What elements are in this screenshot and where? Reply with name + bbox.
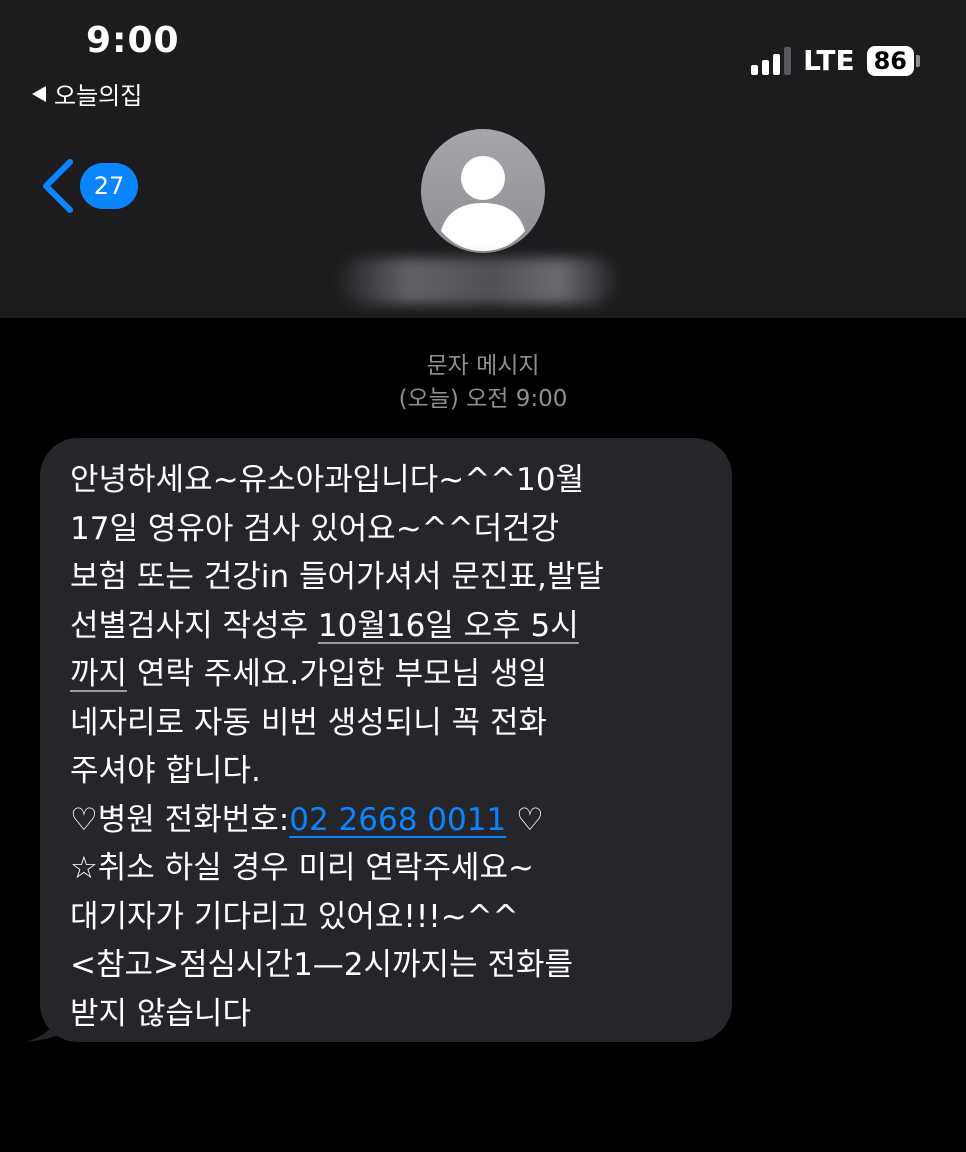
chevron-left-icon bbox=[43, 159, 73, 213]
message-segment: ♡ bbox=[506, 801, 544, 838]
message-segment: 연락 주세요.가입한 부모님 생일 bbox=[127, 656, 548, 692]
service-label: 문자 메시지 bbox=[426, 353, 540, 379]
battery-level: 86 bbox=[866, 45, 914, 76]
message-text: 안녕하세요~유소아과입니다~^^10월 17일 영유아 검사 있어요~^^더건강… bbox=[70, 456, 712, 1038]
message-timestamp: (오늘) 오전 9:00 bbox=[398, 386, 568, 412]
message-line: 선별검사지 작성후 10월16일 오후 5시 bbox=[70, 602, 712, 651]
incoming-message-bubble[interactable]: 안녕하세요~유소아과입니다~^^10월 17일 영유아 검사 있어요~^^더건강… bbox=[40, 438, 732, 1042]
network-type: LTE bbox=[803, 44, 855, 77]
status-time: 9:00 bbox=[86, 20, 180, 61]
back-to-app-link[interactable]: 오늘의집 bbox=[32, 76, 142, 111]
message-line: 대기자가 기다리고 있어요!!!~^^ bbox=[70, 898, 519, 935]
date-link[interactable]: 10월16일 오후 5시 bbox=[318, 608, 579, 644]
message-line: 까지 연락 주세요.가입한 부모님 생일 bbox=[70, 650, 712, 699]
message-segment: ♡병원 전화번호: bbox=[70, 801, 290, 838]
message-line: 주셔야 합니다. bbox=[70, 753, 261, 789]
person-silhouette-icon bbox=[441, 156, 525, 251]
message-line: ♡병원 전화번호:02 2668 0011 ♡ bbox=[70, 796, 712, 845]
contact-avatar[interactable] bbox=[421, 129, 545, 253]
message-line: 보험 또는 건강in 들어가셔서 문진표,발달 bbox=[70, 559, 604, 595]
unread-count-badge: 27 bbox=[80, 163, 138, 209]
signal-icon bbox=[751, 46, 792, 75]
message-line: 안녕하세요~유소아과입니다~^^10월 bbox=[70, 462, 585, 498]
battery-icon: 86 bbox=[866, 45, 920, 76]
message-meta: 문자 메시지 (오늘) 오전 9:00 bbox=[0, 350, 966, 416]
message-line: ☆취소 하실 경우 미리 연락주세요~ bbox=[70, 850, 534, 886]
messages-screen: 9:00 오늘의집 LTE 86 27 문자 메시지 (오늘) 오전 9:00 … bbox=[0, 0, 966, 1152]
phone-number-link[interactable]: 02 2668 0011 bbox=[289, 802, 506, 838]
message-line: 네자리로 자동 비번 생성되니 꼭 전화 bbox=[70, 704, 548, 741]
date-link-continued[interactable]: 까지 bbox=[70, 656, 127, 692]
back-triangle-icon bbox=[32, 85, 46, 102]
message-line: 17일 영유아 검사 있어요~^^더건강 bbox=[70, 510, 560, 547]
message-line: 받지 않습니다 bbox=[70, 995, 251, 1032]
back-button[interactable]: 27 bbox=[40, 158, 138, 214]
contact-name-blurred[interactable] bbox=[340, 258, 616, 304]
back-app-label: 오늘의집 bbox=[54, 82, 143, 110]
message-segment: 선별검사지 작성후 bbox=[70, 607, 318, 644]
conversation-header: 9:00 오늘의집 LTE 86 27 bbox=[0, 0, 966, 318]
message-line: <참고>점심시간1—2시까지는 전화를 bbox=[70, 947, 574, 983]
status-indicators: LTE 86 bbox=[751, 44, 920, 77]
